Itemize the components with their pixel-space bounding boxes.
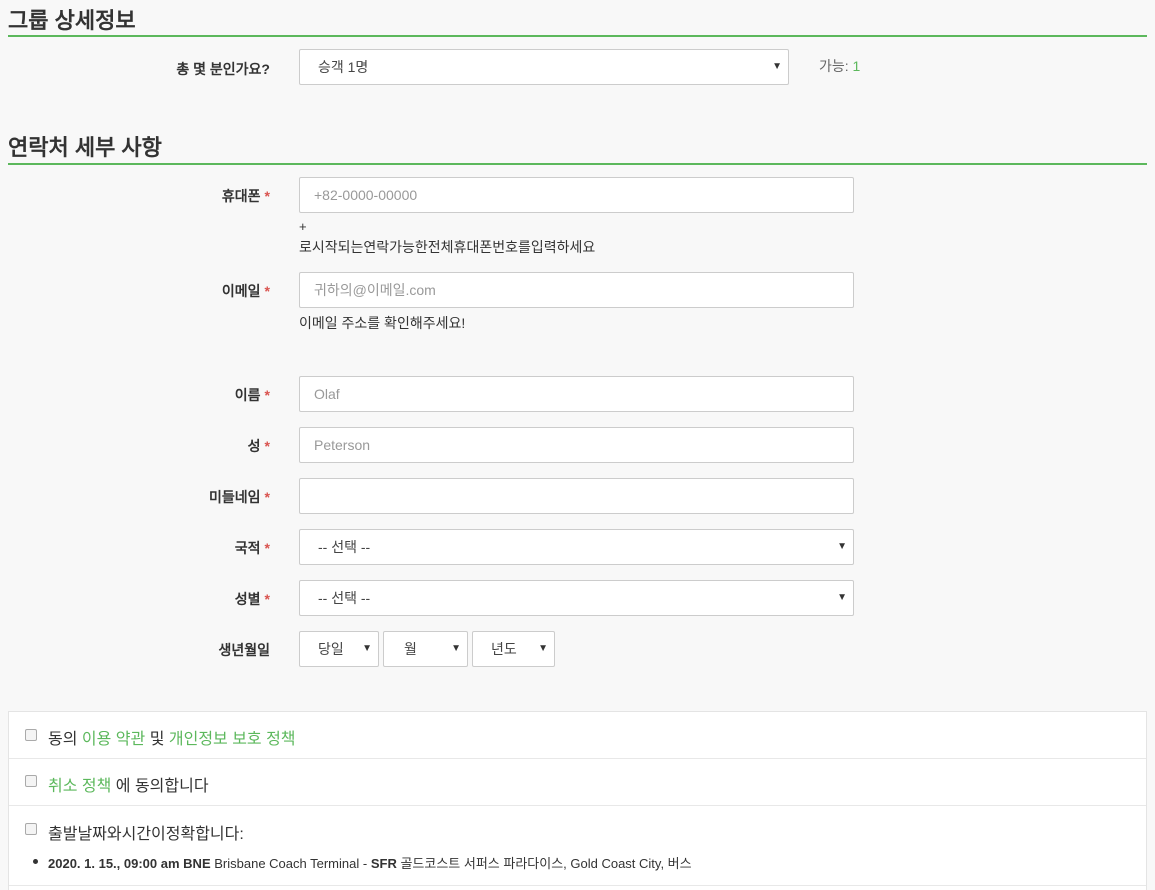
datetime-confirm-checkbox[interactable]	[25, 823, 37, 835]
nationality-select[interactable]: -- 선택 -- ▼	[299, 529, 854, 565]
availability-label: 가능:	[819, 58, 849, 74]
passenger-count-select[interactable]: 승객 1명 ▼	[299, 49, 789, 85]
contact-details-rule	[8, 163, 1147, 165]
cancel-policy-text: 취소 정책 에 동의합니다	[48, 778, 209, 795]
datetime-confirm-row: 출발날짜와시간이정확합니다: 2020. 1. 15., 09:00 am BN…	[9, 806, 1146, 886]
availability: 가능: 1	[819, 56, 860, 76]
birth-month-select[interactable]: 월 ▼	[383, 631, 468, 667]
group-details-title: 그룹 상세정보	[8, 8, 136, 33]
group-details-rule	[8, 35, 1147, 37]
chevron-down-icon: ▼	[451, 643, 461, 654]
passenger-count-label: 총 몇 분인가요?	[176, 61, 270, 77]
chevron-down-icon: ▼	[772, 61, 782, 72]
trip-to-code: SFR	[370, 856, 397, 871]
chevron-down-icon: ▼	[837, 541, 847, 552]
chevron-down-icon: ▼	[362, 643, 372, 654]
trip-from-code: BNE	[183, 856, 211, 871]
email-help: 이메일 주소를 확인해주세요!	[299, 315, 466, 331]
first-name-input[interactable]: Olaf	[299, 376, 854, 412]
agreements-panel: 동의 이용 약관 및 개인정보 보호 정책 취소 정책 에 동의합니다 출발날짜…	[8, 711, 1147, 890]
gender-select[interactable]: -- 선택 -- ▼	[299, 580, 854, 616]
contact-details-title: 연락처 세부 사항	[8, 135, 162, 160]
cancel-policy-row: 취소 정책 에 동의합니다	[9, 759, 1146, 806]
cancel-policy-checkbox[interactable]	[25, 775, 37, 787]
cancel-policy-link[interactable]: 취소 정책	[48, 778, 111, 795]
nationality-label: 국적 *	[234, 540, 270, 556]
terms-row: 동의 이용 약관 및 개인정보 보호 정책	[9, 712, 1146, 759]
trip-to-name: 골드코스트 서퍼스 파라다이스, Gold Coast City, 버스	[400, 856, 692, 871]
birthdate-label: 생년월일	[218, 642, 270, 658]
terms-link[interactable]: 이용 약관	[82, 731, 145, 748]
phone-help: 로시작되는연락가능한전체휴대폰번호를입력하세요	[299, 239, 596, 255]
trip-bullet	[33, 859, 38, 864]
phone-help-plus: +	[299, 219, 307, 234]
birth-year-select[interactable]: 년도 ▼	[472, 631, 555, 667]
datetime-confirm-text: 출발날짜와시간이정확합니다:	[48, 826, 244, 843]
email-input[interactable]: 귀하의@이메일.com	[299, 272, 854, 308]
chevron-down-icon: ▼	[837, 592, 847, 603]
last-name-label: 성 *	[247, 438, 270, 454]
email-label: 이메일 *	[221, 283, 270, 299]
gender-label: 성별 *	[234, 591, 270, 607]
middle-name-label: 미들네임 *	[209, 489, 270, 505]
passenger-count-value: 승객 1명	[318, 59, 369, 75]
terms-text: 동의 이용 약관 및 개인정보 보호 정책	[48, 731, 296, 748]
last-name-input[interactable]: Peterson	[299, 427, 854, 463]
chevron-down-icon: ▼	[538, 643, 548, 654]
trip-datetime: 2020. 1. 15., 09:00 am	[48, 856, 180, 871]
privacy-link[interactable]: 개인정보 보호 정책	[169, 731, 296, 748]
availability-value: 1	[852, 58, 861, 74]
birth-day-select[interactable]: 당일 ▼	[299, 631, 379, 667]
trip-details: 2020. 1. 15., 09:00 am BNE Brisbane Coac…	[48, 853, 692, 872]
phone-label: 휴대폰 *	[221, 188, 270, 204]
middle-name-input[interactable]	[299, 478, 854, 514]
trip-from-name: Brisbane Coach Terminal -	[214, 856, 368, 871]
phone-input[interactable]: +82-0000-00000	[299, 177, 854, 213]
terms-checkbox[interactable]	[25, 729, 37, 741]
first-name-label: 이름 *	[234, 387, 270, 403]
